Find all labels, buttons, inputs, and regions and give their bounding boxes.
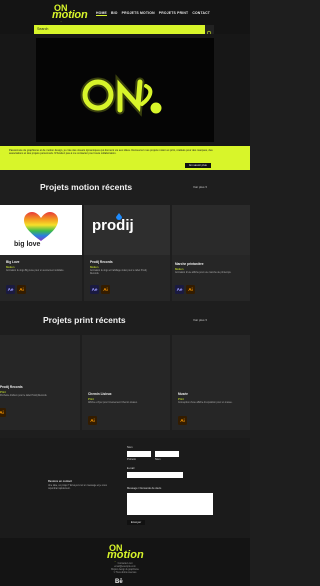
motion-sort-dropdown[interactable]: Voir plus ▾ — [193, 185, 207, 189]
footer-logo-text[interactable]: motion — [107, 549, 144, 561]
last-name-field[interactable] — [155, 451, 179, 457]
card-title: Big Love — [6, 260, 20, 264]
prodij-image-text: prodij — [92, 217, 134, 234]
first-name-field[interactable] — [127, 451, 151, 457]
site-footer: ON motion ... Contactez-moi email@exempl… — [0, 538, 250, 586]
logo-subtitle: ... — [60, 20, 63, 23]
logo-text[interactable]: motion — [52, 9, 88, 21]
nav-projets-print[interactable]: PROJETS PRINT — [159, 11, 189, 16]
footer-line-1: Contactez-moi — [117, 563, 133, 565]
main-nav: HOME BIO PROJETS MOTION PROJETS PRINT CO… — [96, 11, 210, 16]
nav-bio[interactable]: BIO — [111, 11, 118, 16]
contact-title: Restons en contact — [48, 480, 72, 483]
footer-line-4: © Tous droits réservés — [113, 572, 137, 574]
print-card-prodij[interactable]: Prodij Records Print Pochette d'album po… — [0, 335, 80, 430]
card-tag: Motion — [175, 267, 184, 271]
intro-text: Passionnée de graphisme et de motion des… — [9, 149, 213, 156]
big-love-image-text: big love — [14, 241, 41, 248]
footer-line-2[interactable]: email@exemple.com — [0, 566, 250, 568]
card-tag: Motion — [90, 265, 99, 269]
card-title: Chemin Lisieux — [88, 392, 112, 396]
after-effects-icon: Ae — [6, 285, 15, 294]
card-description: Animation d'une affiche pour une marche … — [175, 272, 232, 274]
card-description: Conception d'une affiche d'exposition po… — [178, 402, 233, 404]
message-field[interactable] — [127, 493, 213, 515]
card-title: Prodij Records — [0, 385, 23, 389]
nav-home[interactable]: HOME — [96, 11, 107, 16]
search-bar[interactable]: Search — [34, 25, 214, 37]
heart-icon — [24, 212, 58, 241]
illustrator-icon: Ai — [186, 285, 195, 294]
motion-section-title: Projets motion récents — [40, 182, 133, 192]
hero-section — [0, 34, 250, 146]
illustrator-icon: Ai — [101, 285, 110, 294]
email-label: E-mail — [127, 467, 135, 470]
search-button[interactable] — [205, 25, 214, 37]
print-card-musee[interactable]: Musée Print Conception d'une affiche d'e… — [172, 335, 250, 430]
card-description: Affiche et flyer pour l'événement Chemin… — [88, 402, 138, 404]
card-tag: Print — [88, 397, 94, 401]
hero-neon-logo-icon — [80, 74, 162, 117]
footer-line-3: Motion design & graphisme — [111, 569, 139, 571]
card-description: Pochette d'album pour le label Prodij Re… — [0, 395, 48, 397]
illustrator-icon: Ai — [178, 416, 187, 425]
card-description: Animation du logo et habillage vidéo pou… — [90, 270, 147, 275]
illustrator-icon: Ai — [0, 408, 6, 417]
motion-card-big-love[interactable]: big love Big Love Motion Animation du lo… — [0, 205, 82, 301]
after-effects-icon: Ae — [175, 285, 184, 294]
contact-text: Une idée, un projet ? Envoyez-moi un mes… — [48, 485, 107, 490]
search-input[interactable]: Search — [37, 27, 48, 31]
email-field[interactable] — [127, 472, 183, 478]
after-effects-icon: Ae — [90, 285, 99, 294]
card-tag: Print — [0, 390, 6, 394]
nav-projets-motion[interactable]: PROJETS MOTION — [122, 11, 155, 16]
behance-icon[interactable]: Bē — [115, 579, 123, 585]
print-sort-dropdown[interactable]: Voir plus ▾ — [193, 318, 207, 322]
card-title: Musée — [178, 392, 188, 396]
card-description: Animation du logo Big Love pour un événe… — [6, 270, 65, 272]
print-section-title: Projets print récents — [43, 315, 126, 325]
illustrator-icon: Ai — [17, 285, 26, 294]
card-image — [172, 205, 250, 255]
intro-band: Passionnée de graphisme et de motion des… — [0, 146, 250, 170]
hero-image — [36, 38, 214, 142]
card-title: Marche printanière — [175, 262, 204, 266]
print-card-chemin[interactable]: Chemin Lisieux Print Affiche et flyer po… — [82, 335, 170, 430]
card-tag: Motion — [6, 265, 15, 269]
card-title: Prodij Records — [90, 260, 113, 264]
first-name-label: Prénom — [127, 458, 137, 461]
last-name-label: Nom — [155, 458, 161, 461]
submit-button[interactable]: Envoyer — [127, 520, 145, 525]
illustrator-icon: Ai — [88, 416, 97, 425]
intro-button[interactable]: En savoir plus — [185, 163, 211, 168]
drop-icon — [116, 213, 122, 220]
motion-card-marche[interactable]: Marche printanière Motion Animation d'un… — [172, 205, 250, 301]
motion-card-prodij[interactable]: prodij Prodij Records Motion Animation d… — [84, 205, 170, 301]
contact-section: Restons en contact Une idée, un projet ?… — [0, 438, 250, 538]
message-label: Message / Demande de devis — [127, 487, 162, 490]
nav-contact[interactable]: CONTACT — [192, 11, 210, 16]
card-image — [0, 205, 82, 255]
card-tag: Print — [178, 397, 184, 401]
name-label: Nom — [127, 446, 133, 449]
